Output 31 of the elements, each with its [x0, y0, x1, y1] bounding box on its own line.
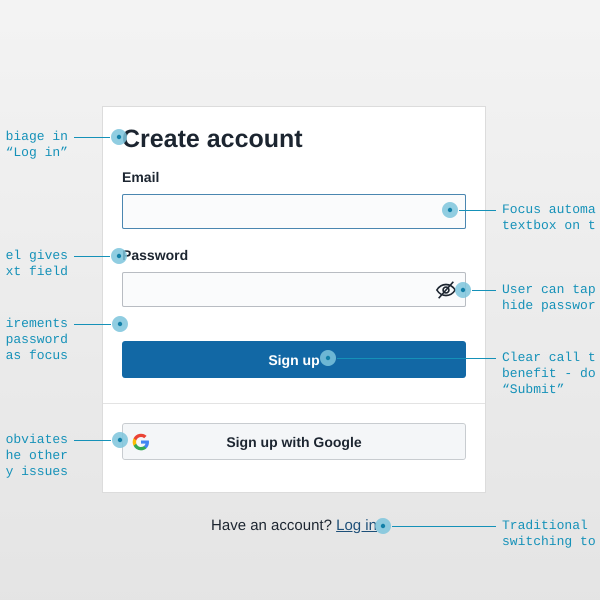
annotation-text: Traditional switching to [502, 518, 596, 550]
marker-dot [319, 349, 337, 367]
leader-line [459, 210, 496, 211]
field-label: Password [122, 246, 190, 264]
email-field[interactable] [122, 194, 466, 229]
leader-line [74, 256, 110, 257]
sign-up-button[interactable]: Sign up [122, 341, 466, 378]
annotation-text: el gives xt field [6, 248, 68, 280]
annotation-text: irements password as focus [6, 316, 68, 364]
annotation-text: Clear call t benefit - do “Submit” [502, 350, 596, 398]
annotation-text: Focus automa textbox on t [502, 202, 596, 234]
eye-off-icon[interactable] [435, 278, 457, 300]
leader-line [74, 324, 111, 325]
marker-dot [454, 281, 472, 299]
marker-dot [374, 517, 392, 535]
annotation-text: obviates he other y issues [6, 432, 68, 480]
marker-dot [111, 315, 129, 333]
field-label: Email [122, 168, 160, 186]
footer-text: Have an account? [211, 517, 332, 534]
leader-line [472, 290, 496, 291]
annotation-text: biage in “Log in” [6, 129, 68, 161]
leader-line [74, 440, 111, 441]
google-sign-up-button[interactable]: Sign up with Google [122, 423, 466, 460]
leader-line [74, 137, 110, 138]
marker-dot [441, 201, 459, 219]
password-field[interactable] [122, 272, 466, 307]
g-logo-icon [131, 432, 151, 452]
form-title: Create account [122, 125, 304, 153]
log-in-link[interactable]: Log in [336, 517, 377, 534]
marker-dot [111, 431, 129, 449]
annotation-text: User can tap hide passwor [502, 282, 596, 314]
